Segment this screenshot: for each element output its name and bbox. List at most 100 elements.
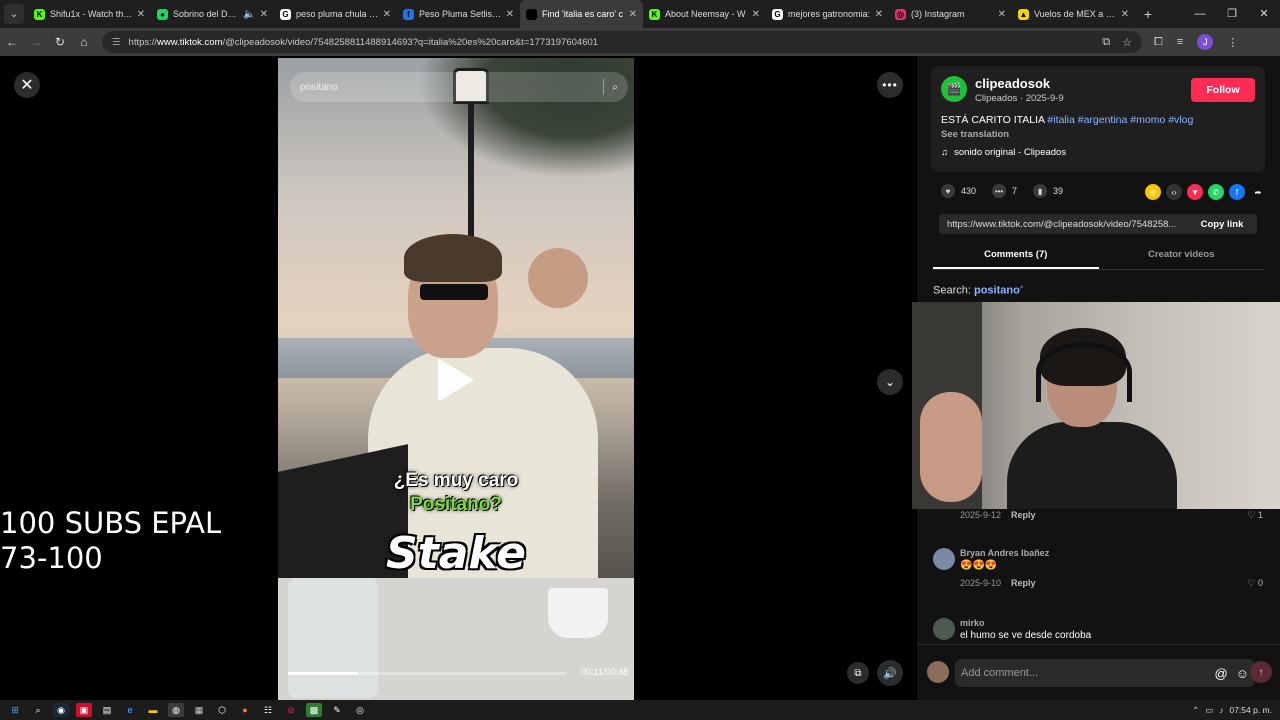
site-info-icon[interactable]: ☰ — [112, 37, 121, 48]
tab-close-icon[interactable]: ✕ — [506, 9, 514, 20]
tab-close-icon[interactable]: ✕ — [752, 9, 760, 20]
chrome-icon[interactable]: ◍ — [168, 703, 184, 717]
back-icon[interactable]: ← — [0, 35, 24, 49]
obs-icon[interactable]: ◎ — [352, 703, 368, 717]
app-icon[interactable]: ▦ — [191, 703, 207, 717]
browser-tab[interactable]: ◎ (3) Instagram ✕ — [889, 0, 1012, 28]
steam-icon[interactable]: ◉ — [53, 703, 69, 717]
extensions-icon[interactable]: ⧠ — [1154, 36, 1163, 49]
media-control-icon[interactable]: ≡ — [1177, 36, 1183, 48]
comment-like-button[interactable]: ♡ 0 — [1247, 578, 1263, 589]
more-options-button[interactable]: ••• — [877, 72, 903, 98]
tab-close-icon[interactable]: ✕ — [629, 9, 637, 20]
send-to-friends-icon[interactable]: ▼ — [1187, 184, 1203, 200]
hashtags[interactable]: #italia #argentina #momo #vlog — [1047, 114, 1193, 126]
tab-search-icon[interactable]: ⌄ — [4, 4, 24, 24]
tab-close-icon[interactable]: ✕ — [383, 9, 391, 20]
forward-icon[interactable]: → — [24, 35, 48, 49]
profile-avatar[interactable]: J — [1197, 34, 1214, 50]
browser-tab[interactable]: K Shifu1x - Watch the \ ✕ — [28, 0, 151, 28]
comment-like-button[interactable]: ♡ 1 — [1247, 510, 1263, 521]
browser-tab[interactable]: f Peso Pluma Setlist E ✕ — [397, 0, 520, 28]
tab-audio-icon[interactable]: 🔈 — [243, 9, 255, 20]
follow-button[interactable]: Follow — [1191, 78, 1255, 102]
close-window-icon[interactable]: ✕ — [1248, 0, 1280, 28]
commenter-avatar[interactable] — [933, 548, 955, 570]
like-button[interactable]: ♥ 430 — [941, 184, 976, 198]
add-comment-input[interactable]: Add comment... @ ☺ — [955, 659, 1255, 687]
share-arrow-icon[interactable]: ➦ — [1250, 184, 1266, 200]
music-link[interactable]: ♫ sonido original - Clipeados — [941, 147, 1066, 158]
edge-icon[interactable]: e — [122, 703, 138, 717]
overlay-line-1: 100 SUBS EPAL — [0, 506, 222, 540]
browser-tab[interactable]: Gmejores gatronomia: ✕ — [766, 0, 889, 28]
comment-search-term[interactable]: positano — [974, 285, 1020, 297]
next-video-button[interactable]: ⌄ — [877, 369, 903, 395]
browser-tab[interactable]: ♪ Find 'italia es caro' c ✕ — [520, 0, 643, 28]
address-bar[interactable]: ☰ https://www.tiktok.com/@clipeadosok/vi… — [102, 31, 1142, 53]
facebook-icon[interactable]: f — [1229, 184, 1245, 200]
close-video-button[interactable]: ✕ — [14, 72, 40, 98]
taskbar-clock[interactable]: 07:54 p. m. — [1229, 705, 1272, 715]
picture-in-picture-icon[interactable]: ⧉ — [847, 662, 869, 684]
save-button[interactable]: ▮ 39 — [1033, 184, 1063, 198]
tiktok-video-page: ✕ 100 SUBS EPAL 73-100 positano ⌕ ¿Es mu… — [0, 56, 1280, 700]
whatsapp-icon[interactable]: ✆ — [1208, 184, 1224, 200]
browser-tab[interactable]: ▲ Vuelos de MEX a MIL ✕ — [1012, 0, 1135, 28]
firefox-icon[interactable]: ● — [237, 703, 253, 717]
app-icon[interactable]: ⊘ — [283, 703, 299, 717]
app-icon[interactable]: ▩ — [306, 703, 322, 717]
author-avatar[interactable]: 🎬 — [941, 76, 967, 102]
restore-icon[interactable]: ❐ — [1216, 0, 1248, 28]
new-tab-button[interactable]: + — [1135, 6, 1161, 22]
tab-close-icon[interactable]: ✕ — [875, 9, 883, 20]
comment-button[interactable]: ••• 7 — [992, 184, 1017, 198]
browser-tab[interactable]: K About Neemsay - W ✕ — [643, 0, 766, 28]
reload-icon[interactable]: ↻ — [48, 35, 72, 49]
browser-tab[interactable]: Gpeso pluma chula vis ✕ — [274, 0, 397, 28]
commenter-avatar[interactable] — [933, 618, 955, 640]
video-player[interactable]: positano ⌕ ¿Es muy caro Positano? Stake … — [278, 58, 634, 700]
tab-close-icon[interactable]: ✕ — [137, 9, 145, 20]
tab-close-icon[interactable]: ✕ — [260, 9, 268, 20]
home-icon[interactable]: ⌂ — [72, 35, 96, 49]
video-progress-bar[interactable] — [288, 672, 566, 675]
video-search-bar[interactable]: positano ⌕ — [290, 72, 628, 102]
mention-icon[interactable]: @ — [1215, 666, 1228, 681]
coin-icon[interactable]: ◎ — [1145, 184, 1161, 200]
send-comment-icon[interactable]: ↑ — [1250, 661, 1272, 683]
commenter-name[interactable]: Bryan Andres Ibañez — [960, 548, 1049, 558]
tab-comments[interactable]: Comments (7) — [933, 244, 1099, 269]
reply-button[interactable]: Reply — [1011, 578, 1036, 588]
speaker-icon[interactable]: ♪ — [1219, 705, 1223, 715]
comment-like-count: 1 — [1257, 510, 1263, 520]
file-explorer-icon[interactable]: ▬ — [145, 703, 161, 717]
volume-icon[interactable]: 🔊 — [877, 660, 903, 686]
windows-start-icon[interactable]: ⊞ — [7, 703, 23, 717]
browser-tab[interactable]: ● Sobrino del Doct 🔈 ✕ — [151, 0, 274, 28]
minimize-icon[interactable]: — — [1184, 0, 1216, 28]
embed-icon[interactable]: ‹› — [1166, 184, 1182, 200]
see-translation-link[interactable]: See translation — [941, 129, 1009, 140]
tray-chevron-icon[interactable]: ⌃ — [1192, 705, 1199, 716]
bookmark-star-icon[interactable]: ☆ — [1122, 36, 1132, 49]
search-icon[interactable]: ⌕ — [612, 82, 618, 93]
notepad-icon[interactable]: ▤ — [99, 703, 115, 717]
app-icon[interactable]: ✎ — [329, 703, 345, 717]
reply-button[interactable]: Reply — [1011, 510, 1036, 520]
play-icon[interactable] — [438, 358, 474, 402]
browser-menu-icon[interactable]: ⋮ — [1227, 36, 1238, 49]
commenter-name[interactable]: mirko — [960, 618, 985, 628]
search-icon[interactable]: ⌕ — [30, 703, 46, 717]
author-username[interactable]: clipeadosok — [975, 76, 1050, 91]
app-icon[interactable]: ☷ — [260, 703, 276, 717]
tab-close-icon[interactable]: ✕ — [998, 9, 1006, 20]
app-icon[interactable]: ⬡ — [214, 703, 230, 717]
copy-link-button[interactable]: Copy link — [1187, 219, 1257, 230]
tab-creator-videos[interactable]: Creator videos — [1099, 244, 1265, 269]
tab-close-icon[interactable]: ✕ — [1121, 9, 1129, 20]
network-icon[interactable]: ▭ — [1205, 705, 1213, 716]
app-icon[interactable]: ▣ — [76, 703, 92, 717]
emoji-icon[interactable]: ☺ — [1236, 666, 1249, 681]
install-icon[interactable]: ⧉ — [1102, 36, 1110, 49]
